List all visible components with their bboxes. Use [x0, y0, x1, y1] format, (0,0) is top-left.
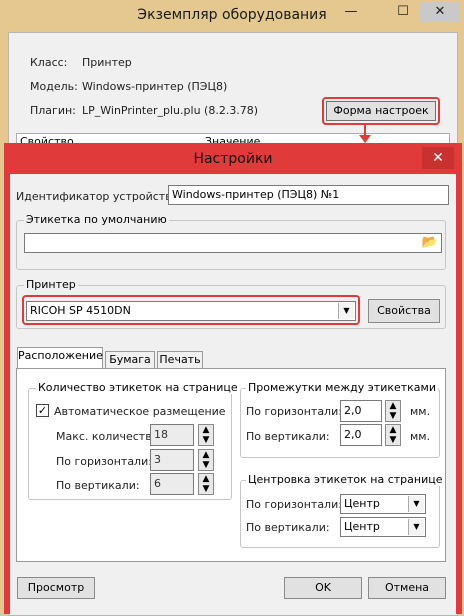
- gap-horizontal-field[interactable]: 2,0: [340, 400, 382, 422]
- model-value: Windows-принтер (ПЭЦ8): [82, 80, 228, 93]
- open-file-icon[interactable]: 📂: [420, 234, 440, 252]
- default-label-field[interactable]: [24, 233, 442, 253]
- center-horizontal-label: По горизонтали:: [246, 498, 342, 511]
- center-vertical-select[interactable]: Центр ▼: [340, 517, 426, 537]
- tab-layout[interactable]: Расположение: [17, 347, 103, 369]
- maximize-button[interactable]: ☐: [390, 2, 416, 22]
- gap-vertical-unit: мм.: [410, 430, 431, 443]
- count-horizontal-field[interactable]: 3: [150, 449, 194, 471]
- gap-vertical-field[interactable]: 2,0: [340, 424, 382, 446]
- device-id-field[interactable]: Windows-принтер (ПЭЦ8) №1: [168, 185, 449, 205]
- label-centering-group-title: Центровка этикеток на странице: [246, 473, 445, 486]
- gap-horizontal-label: По горизонтали:: [246, 405, 342, 418]
- chevron-down-icon[interactable]: ▼: [408, 519, 424, 535]
- count-vertical-stepper[interactable]: ▲ ▼: [198, 473, 214, 495]
- tab-print[interactable]: Печать: [157, 351, 203, 369]
- max-count-stepper[interactable]: ▲ ▼: [198, 424, 214, 446]
- center-horizontal-value: Центр: [344, 497, 380, 510]
- gap-horizontal-stepper[interactable]: ▲ ▼: [385, 400, 401, 422]
- preview-button[interactable]: Просмотр: [17, 577, 95, 599]
- gap-vertical-stepper[interactable]: ▲ ▼: [385, 424, 401, 446]
- printer-group-title: Принтер: [24, 278, 78, 291]
- device-id-label: Идентификатор устройства:: [16, 190, 183, 203]
- label-count-group-title: Количество этикеток на странице: [36, 381, 240, 394]
- max-count-label: Макс. количество:: [56, 430, 163, 443]
- close-button[interactable]: ✕: [420, 2, 460, 22]
- tab-paper[interactable]: Бумага: [105, 351, 155, 369]
- center-horizontal-select[interactable]: Центр ▼: [340, 494, 426, 514]
- center-vertical-label: По вертикали:: [246, 521, 330, 534]
- printer-select-value: RICOH SP 4510DN: [30, 304, 131, 317]
- count-horizontal-stepper[interactable]: ▲ ▼: [198, 449, 214, 471]
- gap-horizontal-unit: мм.: [410, 405, 431, 418]
- dialog-close-button[interactable]: ✕: [422, 147, 454, 169]
- settings-form-button[interactable]: Форма настроек: [326, 101, 436, 121]
- settings-form-highlight: Форма настроек: [322, 97, 440, 125]
- auto-placement-checkbox[interactable]: ✓: [36, 404, 49, 417]
- max-count-field[interactable]: 18: [150, 424, 194, 446]
- printer-select[interactable]: RICOH SP 4510DN ▼: [26, 301, 356, 321]
- center-vertical-value: Центр: [344, 520, 380, 533]
- chevron-down-icon[interactable]: ▼: [408, 496, 424, 512]
- class-label: Класс:: [30, 56, 68, 69]
- plugin-label: Плагин:: [30, 104, 76, 117]
- plugin-value: LP_WinPrinter_plu.plu (8.2.3.78): [82, 104, 259, 117]
- class-value: Принтер: [82, 56, 132, 69]
- default-label-group-title: Этикетка по умолчанию: [24, 213, 169, 226]
- auto-placement-label: Автоматическое размещение: [54, 405, 226, 418]
- label-centering-group: [240, 480, 440, 548]
- count-vertical-label: По вертикали:: [56, 479, 140, 492]
- cancel-button[interactable]: Отмена: [368, 577, 446, 599]
- model-label: Модель:: [30, 80, 78, 93]
- label-gaps-group-title: Промежутки между этикетками: [246, 381, 438, 394]
- ok-button[interactable]: OK: [284, 577, 362, 599]
- printer-properties-button[interactable]: Свойства: [368, 299, 440, 323]
- callout-arrow-head: [359, 135, 371, 143]
- label-gaps-group: [240, 388, 440, 458]
- count-vertical-field[interactable]: 6: [150, 473, 194, 495]
- dialog-title: Настройки: [193, 151, 273, 167]
- count-horizontal-label: По горизонтали:: [56, 455, 152, 468]
- gap-vertical-label: По вертикали:: [246, 430, 330, 443]
- chevron-down-icon[interactable]: ▼: [338, 303, 354, 319]
- minimize-button[interactable]: —: [338, 2, 364, 22]
